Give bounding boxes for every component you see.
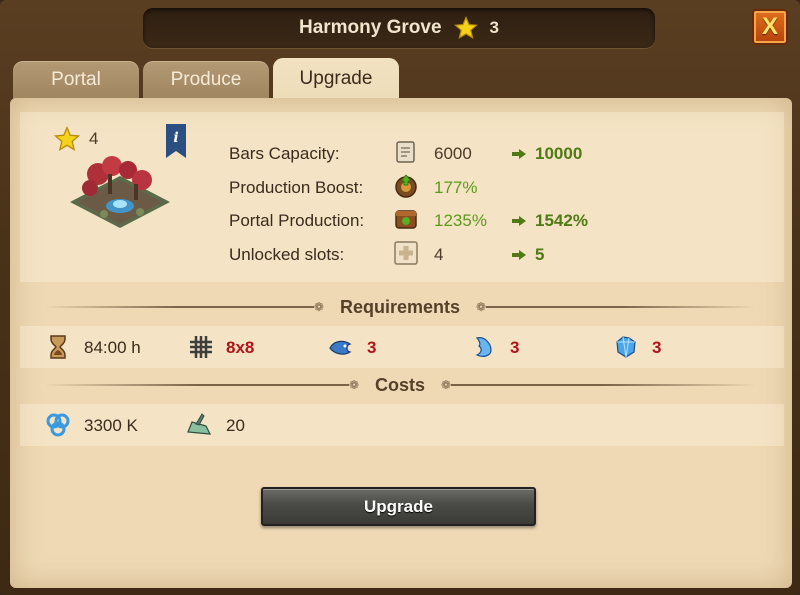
title-star-count: 3 — [489, 18, 499, 37]
mana-icon — [46, 413, 70, 437]
divider-line — [451, 384, 757, 386]
req-time: 84:00 h — [84, 338, 141, 357]
requirements-divider: ❁ Requirements ❁ — [44, 296, 757, 317]
info-icon[interactable]: i — [166, 124, 186, 158]
req-size: 8x8 — [226, 338, 255, 357]
star-icon — [453, 16, 478, 40]
divider-line — [486, 306, 757, 308]
tab-produce[interactable]: Produce — [143, 61, 269, 99]
divider-line — [44, 384, 349, 386]
stat-value-bars-capacity: 6000 — [434, 144, 472, 163]
stat-new-portal-production: 1542% — [535, 211, 588, 230]
req-item1: 3 — [367, 338, 377, 357]
arrow-right-icon — [512, 216, 526, 226]
stat-value-production-boost: 177% — [434, 178, 478, 197]
stat-value-unlocked-slots: 4 — [434, 245, 444, 264]
building-level: 4 — [89, 129, 99, 148]
stat-new-bars-capacity: 10000 — [535, 144, 583, 163]
scroll-icon — [396, 141, 415, 163]
stat-label-production-boost: Production Boost: — [229, 178, 364, 197]
costs-title: Costs — [375, 374, 426, 395]
grid-size-icon — [190, 336, 212, 358]
divider-ornament-icon: ❁ — [476, 300, 487, 314]
hourglass-icon — [50, 335, 66, 359]
req-item2: 3 — [510, 338, 520, 357]
tab-portal[interactable]: Portal — [13, 61, 139, 99]
arrow-right-icon — [512, 149, 526, 159]
workers-icon — [187, 413, 212, 435]
req-item3: 3 — [652, 338, 662, 357]
stat-label-portal-production: Portal Production: — [229, 211, 365, 230]
level-star-icon — [54, 126, 80, 151]
stat-label-bars-capacity: Bars Capacity: — [229, 144, 340, 163]
cost-mana: 3300 K — [84, 416, 138, 435]
divider-ornament-icon: ❁ — [313, 300, 324, 314]
window-title: Harmony Grove — [298, 17, 442, 38]
info-label: i — [173, 130, 178, 146]
upgrade-button[interactable]: Upgrade — [261, 487, 536, 526]
close-button[interactable]: X — [752, 9, 788, 45]
portal-production-icon — [395, 210, 417, 229]
crystal-icon — [616, 336, 636, 358]
arrow-right-icon — [512, 250, 526, 260]
title-bar: Harmony Grove 3 — [143, 8, 655, 48]
production-boost-icon — [395, 174, 417, 198]
requirements-title: Requirements — [339, 296, 461, 317]
divider-ornament-icon: ❁ — [441, 378, 452, 392]
divider-line — [44, 306, 314, 308]
stat-label-unlocked-slots: Unlocked slots: — [229, 245, 345, 264]
stat-value-portal-production: 1235% — [434, 211, 487, 230]
slot-icon — [394, 241, 418, 265]
costs-divider: ❁ Costs ❁ — [44, 374, 757, 395]
cost-workers: 20 — [226, 416, 245, 435]
spirit-icon — [475, 337, 492, 357]
tab-upgrade[interactable]: Upgrade — [273, 58, 399, 100]
stat-new-unlocked-slots: 5 — [535, 245, 545, 264]
divider-ornament-icon: ❁ — [348, 378, 359, 392]
feather-fish-icon — [329, 340, 352, 355]
building-image — [70, 156, 170, 228]
